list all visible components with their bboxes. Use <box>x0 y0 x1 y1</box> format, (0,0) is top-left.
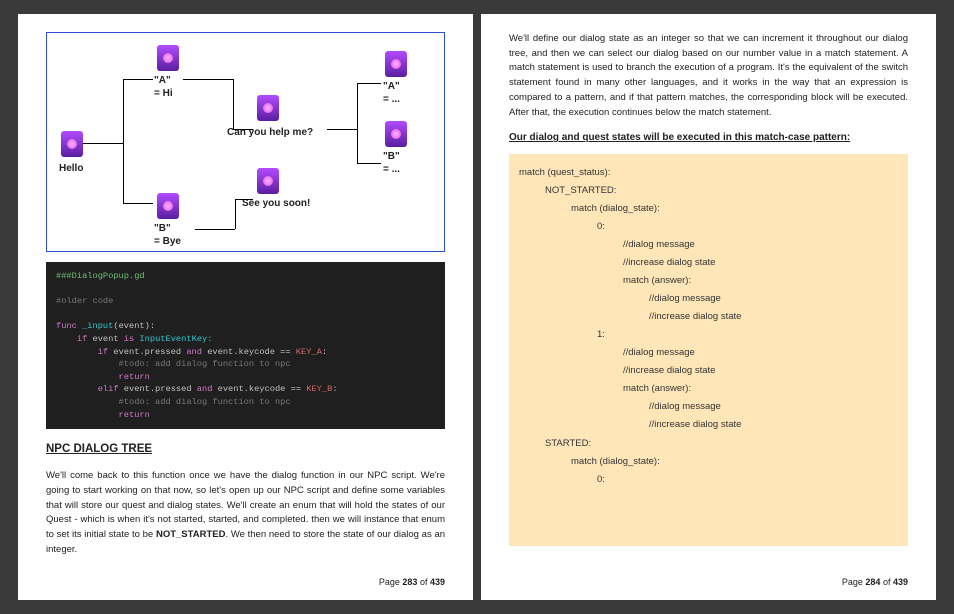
sprite-icon <box>385 51 407 77</box>
code-kw: is <box>124 334 134 344</box>
page-label: of <box>880 577 893 587</box>
page-label: Page <box>842 577 866 587</box>
code-line: 1: <box>519 326 898 344</box>
code-const: KEY_B <box>306 384 332 394</box>
section-heading: NPC DIALOG TREE <box>46 441 445 459</box>
code-line: //dialog message <box>519 290 898 308</box>
page-right: We'll define our dialog state as an inte… <box>481 14 936 600</box>
code-block: ###DialogPopup.gd #older code func _inpu… <box>46 262 445 429</box>
code-line: //increase dialog state <box>519 416 898 434</box>
code-comment: #todo: add dialog function to npc <box>56 397 291 407</box>
sprite-icon <box>157 45 179 71</box>
page-label: Page <box>379 577 403 587</box>
diagram-label: = ... <box>383 162 400 178</box>
page-left: Hello "A" = Hi "B" = Bye Can you help me… <box>18 14 473 600</box>
code-line: //increase dialog state <box>519 254 898 272</box>
diagram-label: = Bye <box>154 234 181 250</box>
page-current: 283 <box>402 577 417 587</box>
code-kw: return <box>56 410 150 420</box>
sprite-icon <box>157 193 179 219</box>
code-txt: : <box>322 347 327 357</box>
sprite-icon <box>257 168 279 194</box>
code-txt: (event): <box>113 321 155 331</box>
match-code-block: match (quest_status): NOT_STARTED: match… <box>509 154 908 546</box>
code-line: match (answer): <box>519 380 898 398</box>
para-bold: NOT_STARTED <box>156 529 226 540</box>
code-line: //dialog message <box>519 236 898 254</box>
code-line: //increase dialog state <box>519 308 898 326</box>
code-fn: _input <box>77 321 114 331</box>
code-kw: return <box>56 372 150 382</box>
code-line: match (dialog_state): <box>519 200 898 218</box>
code-txt: : <box>332 384 337 394</box>
code-line: //dialog message <box>519 398 898 416</box>
dialog-tree-diagram: Hello "A" = Hi "B" = Bye Can you help me… <box>46 32 445 252</box>
code-type: InputEventKey: <box>134 334 212 344</box>
sprite-icon <box>257 95 279 121</box>
code-line: match (quest_status): <box>519 164 898 182</box>
code-txt: event.keycode == <box>202 347 296 357</box>
code-kw: elif <box>56 384 119 394</box>
code-txt: event.keycode == <box>212 384 306 394</box>
code-const: KEY_A <box>296 347 322 357</box>
code-kw: and <box>197 384 213 394</box>
sprite-icon <box>385 121 407 147</box>
page-total: 439 <box>893 577 908 587</box>
code-line: 0: <box>519 218 898 236</box>
page-spread: Hello "A" = Hi "B" = Bye Can you help me… <box>18 14 936 600</box>
page-current: 284 <box>865 577 880 587</box>
code-kw: func <box>56 321 77 331</box>
code-line: //dialog message <box>519 344 898 362</box>
code-line: 0: <box>519 471 898 489</box>
code-line: NOT_STARTED: <box>519 182 898 200</box>
code-line: ###DialogPopup.gd <box>56 271 145 281</box>
body-paragraph: We'll come back to this function once we… <box>46 469 445 557</box>
code-txt: event <box>87 334 124 344</box>
code-line: match (dialog_state): <box>519 453 898 471</box>
code-txt: event.pressed <box>108 347 186 357</box>
code-line: STARTED: <box>519 435 898 453</box>
code-line: #older code <box>56 296 113 306</box>
code-txt: event.pressed <box>119 384 197 394</box>
code-kw: and <box>186 347 202 357</box>
diagram-label: Hello <box>59 161 83 177</box>
sprite-icon <box>61 131 83 157</box>
code-kw: if <box>56 334 87 344</box>
body-paragraph: We'll define our dialog state as an inte… <box>509 32 908 120</box>
subheading: Our dialog and quest states will be exec… <box>509 130 908 146</box>
diagram-label: Can you help me? <box>227 125 313 141</box>
diagram-label: = ... <box>383 92 400 108</box>
page-number: Page 284 of 439 <box>842 576 908 590</box>
page-total: 439 <box>430 577 445 587</box>
code-line: match (answer): <box>519 272 898 290</box>
diagram-label: = Hi <box>154 86 173 102</box>
code-comment: #todo: add dialog function to npc <box>56 359 291 369</box>
code-kw: if <box>56 347 108 357</box>
page-number: Page 283 of 439 <box>379 576 445 590</box>
page-label: of <box>417 577 430 587</box>
code-line: //increase dialog state <box>519 362 898 380</box>
